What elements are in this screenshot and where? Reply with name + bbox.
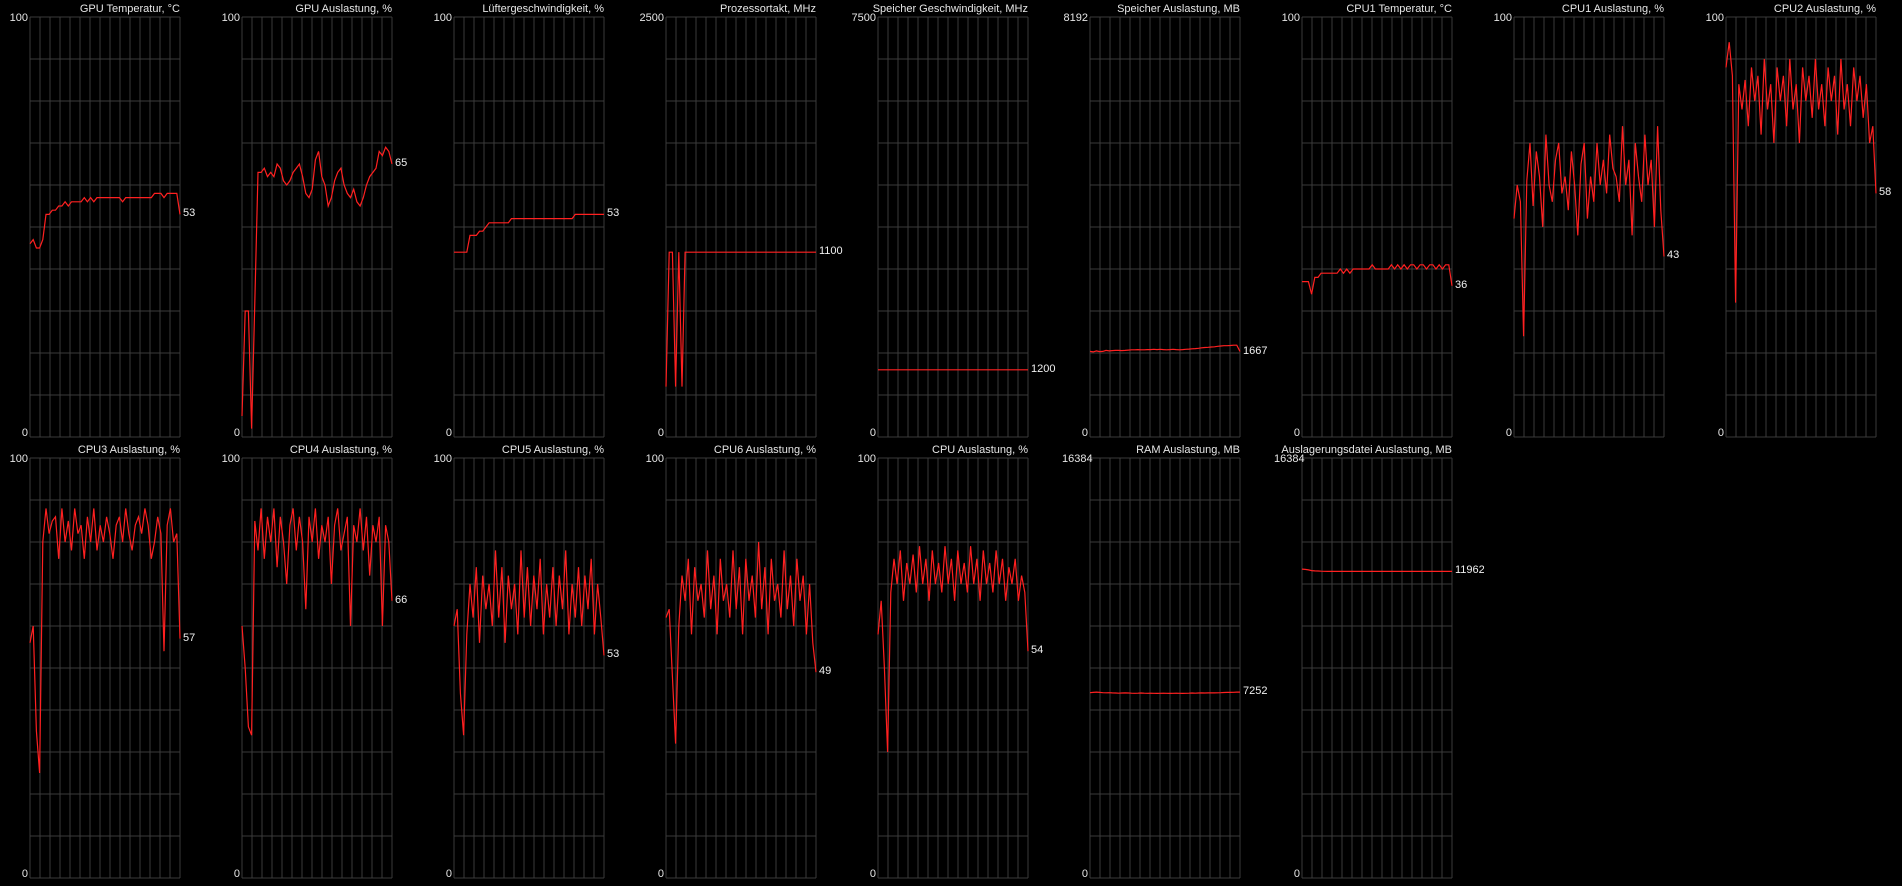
current-value-label: 65 [395, 157, 408, 169]
series-line [1725, 42, 1877, 303]
graph-plot [453, 457, 605, 879]
axis-max-label: 100 [857, 453, 876, 465]
graph-plot [665, 457, 817, 879]
axis-max-label: 2500 [639, 12, 664, 24]
graph-plot [29, 457, 181, 879]
graph-plot [1301, 16, 1453, 438]
axis-min-label: 0 [21, 427, 28, 439]
series-line [1089, 344, 1241, 353]
axis-min-label: 0 [657, 427, 664, 439]
graph-panel: CPU Auslastung, % 100 0 54 [848, 441, 1060, 882]
graph-panel: Lüftergeschwindigkeit, % 100 0 53 [424, 0, 636, 441]
axis-max-label: 8192 [1063, 12, 1088, 24]
graph-panel: CPU1 Temperatur, °C 100 0 36 [1272, 0, 1484, 441]
axis-min-label: 0 [1717, 427, 1724, 439]
graph-panel: CPU5 Auslastung, % 100 0 53 [424, 441, 636, 882]
current-value-label: 36 [1455, 279, 1468, 291]
current-value-label: 1100 [819, 245, 843, 257]
current-value-label: 1200 [1031, 363, 1056, 375]
axis-max-label: 100 [1705, 12, 1724, 24]
current-value-label: 7252 [1243, 685, 1268, 697]
graph-panel: Auslagerungsdatei Auslastung, MB 16384 0 11… [1272, 441, 1484, 882]
series-line [665, 251, 816, 387]
current-value-label: 53 [607, 648, 620, 660]
axis-max-label: 100 [433, 12, 452, 24]
axis-min-label: 0 [445, 427, 452, 439]
axis-max-label: 100 [1281, 12, 1300, 24]
graph-plot [665, 16, 817, 438]
current-value-label: 57 [183, 632, 196, 644]
axis-min-label: 0 [1293, 868, 1300, 880]
axis-max-label: 16384 [1062, 453, 1093, 465]
current-value-label: 58 [1879, 186, 1892, 198]
axis-min-label: 0 [869, 868, 876, 880]
hardware-monitor-graphs: GPU Temperatur, °C 100 0 53 GPU Auslastung, … [0, 0, 1902, 886]
graph-panel: RAM Auslastung, MB 16384 0 7252 [1060, 441, 1272, 882]
series-line [1089, 691, 1240, 695]
axis-min-label: 0 [869, 427, 876, 439]
axis-min-label: 0 [1293, 427, 1300, 439]
series-line [29, 192, 181, 249]
current-value-label: 53 [183, 207, 196, 219]
current-value-label: 49 [819, 665, 832, 677]
graph-panel: GPU Auslastung, % 100 0 65 [212, 0, 424, 441]
axis-min-label: 0 [1081, 868, 1088, 880]
axis-max-label: 100 [9, 453, 28, 465]
current-value-label: 1667 [1243, 345, 1268, 357]
graph-panel: CPU4 Auslastung, % 100 0 66 [212, 441, 424, 882]
axis-max-label: 100 [221, 12, 240, 24]
graph-panel: CPU3 Auslastung, % 100 0 57 [0, 441, 212, 882]
current-value-label: 11962 [1455, 564, 1484, 576]
axis-max-label: 100 [1493, 12, 1512, 24]
graph-plot [1089, 457, 1241, 879]
graph-plot [29, 16, 181, 438]
graph-panel: GPU Temperatur, °C 100 0 53 [0, 0, 212, 441]
graph-panel: CPU6 Auslastung, % 100 0 49 [636, 441, 848, 882]
graph-panel: CPU1 Auslastung, % 100 0 43 [1484, 0, 1696, 441]
axis-max-label: 100 [645, 453, 664, 465]
axis-max-label: 16384 [1274, 453, 1305, 465]
graph-plot [1513, 16, 1665, 438]
graph-panel: Speicher Geschwindigkeit, MHz 7500 0 1200 [848, 0, 1060, 441]
series-line [665, 541, 817, 744]
axis-max-label: 100 [433, 453, 452, 465]
axis-min-label: 0 [233, 868, 240, 880]
axis-min-label: 0 [445, 868, 452, 880]
axis-min-label: 0 [233, 427, 240, 439]
series-line [241, 145, 393, 429]
graph-panel: Speicher Auslastung, MB 8192 0 1667 [1060, 0, 1272, 441]
graph-plot [453, 16, 605, 438]
series-line [29, 508, 181, 774]
series-line [1513, 126, 1665, 337]
graph-plot [1089, 16, 1241, 438]
series-line [877, 546, 1029, 753]
current-value-label: 66 [395, 594, 408, 606]
axis-max-label: 7500 [851, 12, 876, 24]
series-line [1301, 568, 1452, 572]
axis-min-label: 0 [1081, 427, 1088, 439]
current-value-label: 54 [1031, 644, 1044, 656]
graph-plot [1725, 16, 1877, 438]
series-line [454, 213, 604, 253]
graph-panel: Prozessortakt, MHz 2500 0 1100 [636, 0, 848, 441]
graph-plot [877, 457, 1029, 879]
axis-min-label: 0 [1505, 427, 1512, 439]
graph-plot [241, 457, 393, 879]
current-value-label: 43 [1667, 249, 1680, 261]
axis-max-label: 100 [9, 12, 28, 24]
axis-min-label: 0 [657, 868, 664, 880]
axis-max-label: 100 [221, 453, 240, 465]
graph-plot [241, 16, 393, 438]
graph-panel: CPU2 Auslastung, % 100 0 58 [1696, 0, 1902, 441]
current-value-label: 53 [607, 207, 620, 219]
graph-plot [877, 16, 1029, 438]
graph-plot [1301, 457, 1453, 879]
axis-min-label: 0 [21, 868, 28, 880]
series-line [453, 550, 605, 736]
